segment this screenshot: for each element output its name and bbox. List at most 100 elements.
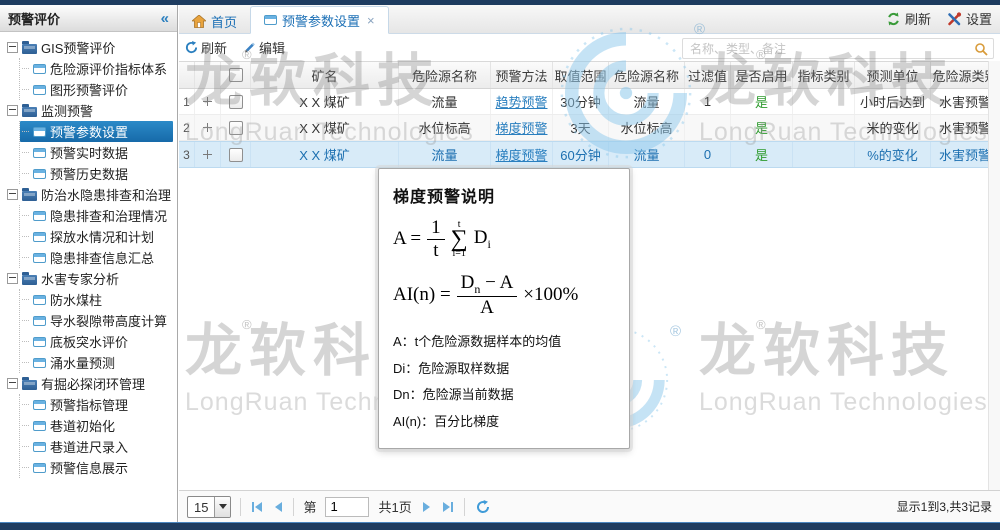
- col-header-indicator-category[interactable]: 指标类别: [793, 62, 855, 88]
- tree-expander-icon[interactable]: [7, 189, 18, 200]
- select-all-checkbox[interactable]: [229, 68, 243, 82]
- sidebar-item-label: 隐患排查信息汇总: [50, 248, 154, 267]
- col-header-filter-value[interactable]: 过滤值: [685, 62, 731, 88]
- expand-plus-icon[interactable]: [202, 122, 213, 133]
- global-refresh-button[interactable]: 刷新: [886, 9, 931, 28]
- edit-label: 编辑: [259, 38, 285, 57]
- sidebar-item-danger-check[interactable]: 隐患排查和治理情况: [20, 205, 177, 226]
- tree-expander-icon[interactable]: [7, 42, 18, 53]
- sidebar-group-label: 防治水隐患排查和治理: [41, 185, 171, 204]
- settings-button[interactable]: 设置: [947, 9, 992, 28]
- page-total-label: 共1页: [378, 497, 411, 516]
- sidebar-group-monitor[interactable]: 监测预警: [7, 100, 177, 121]
- sidebar-item-fracture-height[interactable]: 导水裂隙带高度计算: [20, 310, 177, 331]
- expand-plus-icon[interactable]: [202, 149, 213, 160]
- search-icon[interactable]: [974, 42, 988, 56]
- sidebar-item-danger-summary[interactable]: 隐患排查信息汇总: [20, 247, 177, 268]
- sidebar-item-indicator-mgmt[interactable]: 预警指标管理: [20, 394, 177, 415]
- cell-value-range: 60分钟: [553, 142, 609, 167]
- sidebar-item-realtime-data[interactable]: 预警实时数据: [20, 142, 177, 163]
- col-header-hazard-source2[interactable]: 危险源名称: [609, 62, 685, 88]
- window-icon: [33, 211, 46, 221]
- sidebar-item-label: 隐患排查和治理情况: [50, 206, 167, 225]
- sidebar-item-label: 预警指标管理: [50, 395, 128, 414]
- next-page-button[interactable]: [421, 502, 432, 512]
- sidebar-item-inflow-forecast[interactable]: 涌水量预测: [20, 352, 177, 373]
- sidebar-item-waterproof-pillar[interactable]: 防水煤柱: [20, 289, 177, 310]
- page-number-input[interactable]: [325, 497, 369, 517]
- row-checkbox[interactable]: [229, 148, 243, 162]
- window-icon: [33, 442, 46, 452]
- col-header-enabled[interactable]: 是否启用: [731, 62, 793, 88]
- window-icon: [33, 232, 46, 242]
- pencil-icon: [243, 41, 256, 54]
- header-rownum: [179, 62, 195, 88]
- first-page-button[interactable]: [250, 502, 264, 512]
- warning-method-link[interactable]: 梯度预警: [495, 118, 547, 137]
- sidebar-group-expert[interactable]: 水害专家分析: [7, 268, 177, 289]
- tab-home[interactable]: 首页: [179, 9, 250, 33]
- sidebar-item-history-data[interactable]: 预警历史数据: [20, 163, 177, 184]
- popup-title: 梯度预警说明: [393, 183, 615, 207]
- sidebar-group-hidden-danger[interactable]: 防治水隐患排查和治理: [7, 184, 177, 205]
- sidebar-collapse-icon[interactable]: «: [161, 10, 169, 27]
- legend-line: Di：危险源取样数据: [393, 356, 615, 383]
- warning-method-link[interactable]: 梯度预警: [495, 145, 547, 164]
- sidebar-item-warning-params[interactable]: 预警参数设置: [20, 121, 173, 142]
- page-size-select[interactable]: 15: [187, 496, 231, 518]
- folder-icon: [22, 275, 37, 285]
- col-header-forecast-unit[interactable]: 预测单位: [855, 62, 931, 88]
- window-icon: [33, 358, 46, 368]
- folder-icon: [22, 191, 37, 201]
- tree-expander-icon[interactable]: [7, 105, 18, 116]
- last-page-button[interactable]: [441, 502, 455, 512]
- expand-plus-icon[interactable]: [202, 96, 213, 107]
- reload-button[interactable]: [474, 500, 492, 514]
- vertical-scrollbar[interactable]: [988, 60, 1000, 491]
- tab-warning-params[interactable]: 预警参数设置 ×: [250, 6, 389, 34]
- window-icon: [33, 400, 46, 410]
- col-header-value-range[interactable]: 取值范围: [553, 62, 609, 88]
- col-header-warning-method[interactable]: 预警方法: [491, 62, 553, 88]
- cell-forecast-unit: %的变化: [855, 142, 931, 167]
- sidebar-item-roadway-init[interactable]: 巷道初始化: [20, 415, 177, 436]
- header-expand: [195, 62, 221, 88]
- tree-expander-icon[interactable]: [7, 273, 18, 284]
- table-row[interactable]: 2 X X 煤矿 水位标高 梯度预警 3天 水位标高 是 米的变化 水害预警: [179, 115, 1000, 141]
- refresh-button[interactable]: 刷新: [185, 38, 227, 57]
- tools-icon: [947, 12, 962, 26]
- row-number: 2: [179, 115, 195, 140]
- sidebar-item-warning-display[interactable]: 预警信息展示: [20, 457, 177, 478]
- col-header-mine-name[interactable]: 矿名: [251, 62, 399, 88]
- sidebar-item-label: 图形预警评价: [50, 80, 128, 99]
- chevron-down-icon: [214, 497, 230, 517]
- sidebar-item-label: 预警实时数据: [50, 143, 128, 162]
- cell-filter-value: 1: [685, 89, 731, 114]
- tab-close-icon[interactable]: ×: [367, 13, 375, 28]
- table-row[interactable]: 1 X X 煤矿 流量 趋势预警 30分钟 流量 1 是 小时后达到 水害预警: [179, 89, 1000, 115]
- window-icon: [33, 127, 46, 137]
- table-row-selected[interactable]: 3 X X 煤矿 流量 梯度预警 60分钟 流量 0 是 %的变化 水害预警: [179, 141, 1000, 168]
- warning-method-link[interactable]: 趋势预警: [495, 92, 547, 111]
- cell-indicator-category: [793, 115, 855, 140]
- sidebar-item-floor-inrush[interactable]: 底板突水评价: [20, 331, 177, 352]
- row-checkbox[interactable]: [229, 121, 243, 135]
- search-input[interactable]: [688, 41, 974, 57]
- global-refresh-label: 刷新: [905, 9, 931, 28]
- sidebar-item-hazard-index[interactable]: 危险源评价指标体系: [20, 58, 177, 79]
- sidebar-item-footage-entry[interactable]: 巷道进尺录入: [20, 436, 177, 457]
- col-header-hazard-source[interactable]: 危险源名称: [399, 62, 491, 88]
- sidebar-item-graphic-warning[interactable]: 图形预警评价: [20, 79, 177, 100]
- sidebar-group-closed-loop[interactable]: 有掘必探闭环管理: [7, 373, 177, 394]
- cell-hazard-source: 流量: [399, 142, 491, 167]
- cell-forecast-unit: 米的变化: [855, 115, 931, 140]
- sidebar-item-label: 导水裂隙带高度计算: [50, 311, 167, 330]
- tree-expander-icon[interactable]: [7, 378, 18, 389]
- edit-button[interactable]: 编辑: [243, 38, 285, 57]
- sidebar-group-gis[interactable]: GIS预警评价: [7, 37, 177, 58]
- sidebar-item-drainage-plan[interactable]: 探放水情况和计划: [20, 226, 177, 247]
- prev-page-button[interactable]: [273, 502, 284, 512]
- row-checkbox[interactable]: [229, 95, 243, 109]
- tab-active-label: 预警参数设置: [282, 11, 360, 30]
- search-box: [682, 38, 994, 59]
